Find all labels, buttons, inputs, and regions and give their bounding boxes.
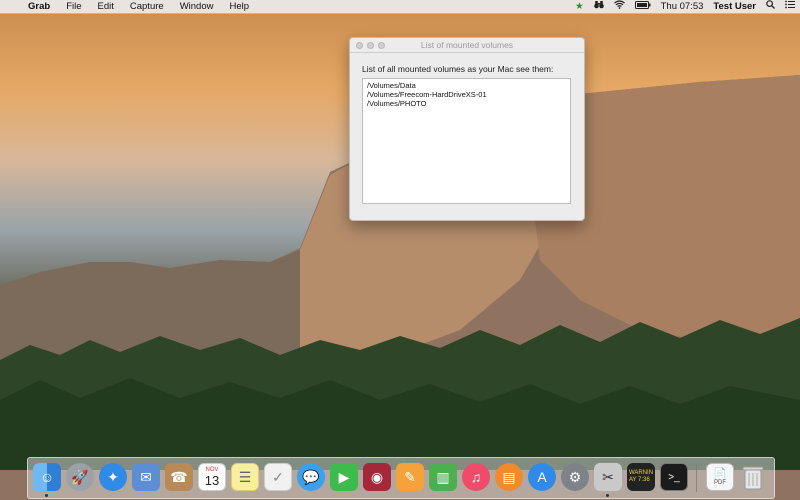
dock-separator <box>696 464 697 492</box>
menu-help[interactable]: Help <box>221 0 257 14</box>
status-area: ★ Thu 07:53 Test User <box>570 0 800 14</box>
pdf-document-icon[interactable]: 📄 PDF <box>706 463 734 491</box>
volumes-list[interactable]: /Volumes/Data /Volumes/Freecom-HardDrive… <box>362 78 571 204</box>
itunes-icon[interactable]: ♫ <box>462 463 490 491</box>
terminal-icon[interactable]: >_ <box>660 463 688 491</box>
dock: ☺ 🚀 ✦ ✉ ☎ NOV 13 ☰ ✓ 💬 ▶ ◉ ✎ ▥ ♫ ▤ A ⚙ ✂… <box>27 457 775 499</box>
volume-item: /Volumes/Freecom-HardDriveXS-01 <box>367 90 487 99</box>
contacts-icon[interactable]: ☎ <box>165 463 193 491</box>
volumes-label: List of all mounted volumes as your Mac … <box>362 64 554 74</box>
finder-icon[interactable]: ☺ <box>33 463 61 491</box>
window-titlebar[interactable]: List of mounted volumes <box>350 38 584 53</box>
launchpad-icon[interactable]: 🚀 <box>66 463 94 491</box>
pages-icon[interactable]: ✎ <box>396 463 424 491</box>
running-indicator <box>606 494 609 497</box>
grab-icon[interactable]: ✂ <box>594 463 622 491</box>
volume-item: /Volumes/PHOTO <box>367 99 427 108</box>
console-text: WARNIN AY 7:36 <box>628 470 654 483</box>
menu-edit[interactable]: Edit <box>90 0 122 14</box>
ibooks-icon[interactable]: ▤ <box>495 463 523 491</box>
binoculars-icon[interactable] <box>589 0 609 14</box>
messages-icon[interactable]: 💬 <box>297 463 325 491</box>
mail-icon[interactable]: ✉ <box>132 463 160 491</box>
system-preferences-icon[interactable]: ⚙ <box>561 463 589 491</box>
menu-file[interactable]: File <box>58 0 89 14</box>
window-title: List of mounted volumes <box>420 40 514 50</box>
calendar-icon[interactable]: NOV 13 <box>198 463 226 491</box>
reminders-icon[interactable]: ✓ <box>264 463 292 491</box>
notes-icon[interactable]: ☰ <box>231 463 259 491</box>
pdf-label: PDF <box>714 480 726 486</box>
console-icon[interactable]: WARNIN AY 7:36 <box>627 463 655 491</box>
running-indicator <box>45 494 48 497</box>
notification-center-icon[interactable] <box>780 0 800 14</box>
volume-item: /Volumes/Data <box>367 81 416 90</box>
photo-booth-icon[interactable]: ◉ <box>363 463 391 491</box>
spotlight-search-icon[interactable] <box>761 0 780 14</box>
wifi-icon[interactable] <box>609 0 630 14</box>
trash-icon[interactable] <box>739 463 767 491</box>
numbers-icon[interactable]: ▥ <box>429 463 457 491</box>
menu-bar: Grab File Edit Capture Window Help ★ Thu… <box>0 0 800 14</box>
battery-icon[interactable] <box>630 0 656 14</box>
menu-capture[interactable]: Capture <box>122 0 172 14</box>
app-store-icon[interactable]: A <box>528 463 556 491</box>
calendar-day: 13 <box>204 472 220 488</box>
menu-app-name[interactable]: Grab <box>20 0 58 14</box>
star-icon[interactable]: ★ <box>570 0 589 14</box>
mounted-volumes-window: List of mounted volumes List of all moun… <box>349 37 585 221</box>
user-menu[interactable]: Test User <box>708 0 761 14</box>
facetime-icon[interactable]: ▶ <box>330 463 358 491</box>
menu-window[interactable]: Window <box>172 0 222 14</box>
safari-icon[interactable]: ✦ <box>99 463 127 491</box>
clock[interactable]: Thu 07:53 <box>656 0 709 14</box>
